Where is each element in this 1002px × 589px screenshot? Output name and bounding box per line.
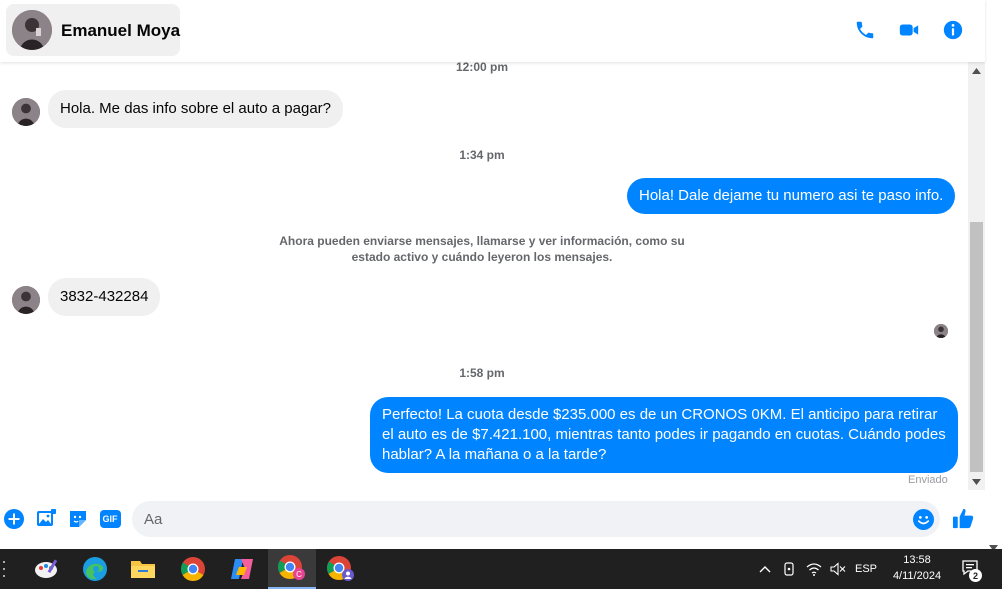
message-list[interactable]: 12:00 pm Hola. Me das info sobre el auto… <box>0 62 968 490</box>
clock-date: 4/11/2024 <box>892 570 942 582</box>
message-timestamp: 1:34 pm <box>459 148 505 162</box>
info-icon[interactable] <box>940 17 966 43</box>
photo-icon[interactable] <box>35 508 57 530</box>
chrome-profile-icon[interactable] <box>318 549 364 589</box>
outgoing-message[interactable]: Hola! Dale dejame tu numero asi te paso … <box>627 178 956 214</box>
emoji-icon[interactable] <box>912 508 934 530</box>
gif-label: GIF <box>99 510 121 528</box>
message-composer: GIF <box>0 490 985 549</box>
edge-icon[interactable] <box>72 549 118 589</box>
system-clock[interactable]: 13:58 4/11/2024 <box>882 552 952 586</box>
language-indicator[interactable]: ESP <box>852 549 880 589</box>
message-input[interactable] <box>132 501 940 537</box>
taskbar-grip-icon <box>3 561 5 577</box>
like-icon[interactable] <box>951 506 975 530</box>
conversation-header: Emanuel Moya <box>0 0 985 62</box>
device-icon[interactable] <box>780 549 798 589</box>
paint-icon[interactable] <box>24 549 70 589</box>
sender-avatar[interactable] <box>12 286 40 314</box>
system-notice: Ahora pueden enviarse mensajes, llamarse… <box>279 234 685 264</box>
message-timestamp: 1:58 pm <box>459 366 505 380</box>
message-status: Enviado <box>908 474 948 486</box>
messenger-window: Emanuel Moya 12:00 pm Hola. Me das info … <box>0 0 1002 589</box>
add-icon[interactable] <box>3 508 25 530</box>
windows-taskbar: C ESP 13:58 4/11/2024 2 <box>0 549 1002 589</box>
gif-icon[interactable]: GIF <box>99 508 121 530</box>
sender-avatar[interactable] <box>12 98 40 126</box>
chevron-up-icon[interactable] <box>756 549 774 589</box>
sticker-icon[interactable] <box>67 508 89 530</box>
video-camera-icon[interactable] <box>896 17 922 43</box>
notification-center-icon[interactable]: 2 <box>958 549 986 589</box>
chat-scrollbar[interactable] <box>968 62 985 490</box>
scroll-down-arrow-icon[interactable] <box>968 473 985 490</box>
file-explorer-icon[interactable] <box>120 549 166 589</box>
outgoing-message[interactable]: Perfecto! La cuota desde $235.000 es de … <box>370 397 958 473</box>
contact-avatar <box>12 10 52 50</box>
chrome-profile-icon[interactable]: C <box>268 549 316 589</box>
wifi-icon[interactable] <box>804 549 824 589</box>
read-receipt-avatar <box>934 324 948 338</box>
contact-name: Emanuel Moya <box>61 21 181 40</box>
speaker-muted-icon[interactable] <box>828 549 848 589</box>
clock-time: 13:58 <box>903 554 931 566</box>
phone-icon[interactable] <box>852 17 878 43</box>
message-timestamp: 12:00 pm <box>455 62 509 74</box>
incoming-message[interactable]: Hola. Me das info sobre el auto a pagar? <box>48 90 344 128</box>
scroll-up-arrow-icon[interactable] <box>968 62 985 79</box>
incoming-message[interactable]: 3832-432284 <box>48 278 161 316</box>
page-scrollbar[interactable] <box>985 0 1002 551</box>
notification-count-badge: 2 <box>969 569 982 582</box>
scrollbar-thumb[interactable] <box>970 222 983 472</box>
chrome-icon[interactable] <box>170 549 216 589</box>
svg-text:C: C <box>296 570 302 579</box>
contact-profile-button[interactable]: Emanuel Moya <box>6 4 180 56</box>
copilot-icon[interactable] <box>219 549 265 589</box>
